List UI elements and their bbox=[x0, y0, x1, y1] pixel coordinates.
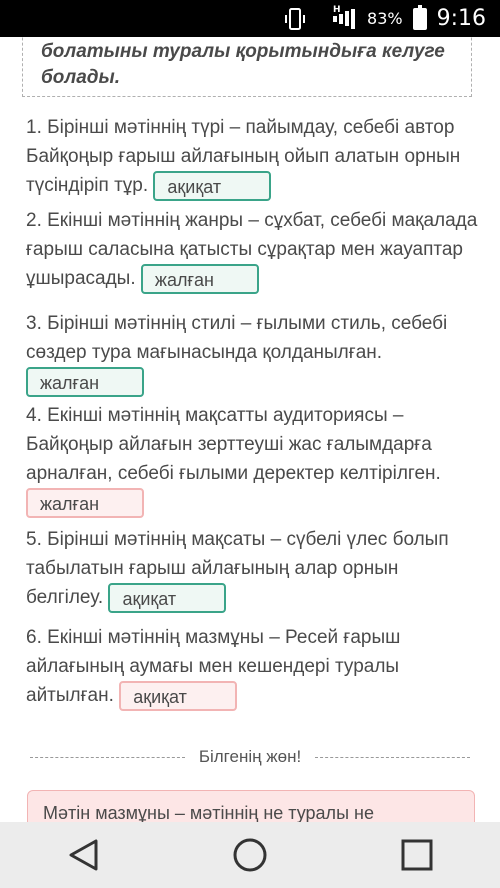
exercise-content[interactable]: болатыны туралы қорытындыға келуге болад… bbox=[0, 37, 500, 822]
square-recents-icon bbox=[401, 839, 433, 871]
circle-home-icon bbox=[233, 838, 267, 872]
statement-6: 6. Екінші мәтіннің мазмұны – Ресей ғарыш… bbox=[26, 623, 478, 711]
answer-box-2[interactable]: жалған bbox=[140, 264, 259, 294]
statement-1: 1. Бірінші мәтіннің түрі – пайымдау, себ… bbox=[26, 113, 478, 201]
statement-text: 5. Бірінші мәтіннің мақсаты – сүбелі үле… bbox=[26, 529, 449, 609]
home-button[interactable] bbox=[220, 830, 280, 880]
info-text: Мәтін мазмұны – мәтіннің не туралы не bbox=[43, 803, 374, 822]
navigation-bar bbox=[0, 822, 500, 888]
section-title: Білгенің жөн! bbox=[198, 747, 302, 766]
statement-2: 2. Екінші мәтіннің жанры – сұхбат, себеб… bbox=[26, 206, 478, 294]
battery-icon bbox=[412, 4, 427, 30]
info-box: Мәтін мазмұны – мәтіннің не туралы не bbox=[27, 790, 475, 822]
triangle-back-icon bbox=[69, 839, 98, 871]
answer-box-1[interactable]: ақиқат bbox=[153, 171, 272, 201]
statement-3: 3. Бірінші мәтіннің стилі – ғылыми стиль… bbox=[26, 309, 478, 397]
phone-vibrate-icon bbox=[285, 7, 306, 31]
clock: 9:16 bbox=[436, 6, 486, 31]
battery-percent: 83% bbox=[367, 9, 403, 28]
status-bar: H 83% 9:16 bbox=[0, 0, 500, 37]
conclusion-box: болатыны туралы қорытындыға келуге болад… bbox=[22, 37, 472, 97]
signal-icon: H bbox=[333, 5, 357, 29]
conclusion-text: болатыны туралы қорытындыға келуге болад… bbox=[41, 41, 445, 88]
network-type-label: H bbox=[333, 4, 341, 15]
recents-button[interactable] bbox=[387, 830, 447, 880]
answer-box-5[interactable]: ақиқат bbox=[108, 583, 227, 613]
statement-5: 5. Бірінші мәтіннің мақсаты – сүбелі үле… bbox=[26, 525, 478, 613]
statement-text: 3. Бірінші мәтіннің стилі – ғылыми стиль… bbox=[26, 313, 448, 363]
section-divider: Білгенің жөн! bbox=[30, 745, 471, 769]
statement-text: 4. Екінші мәтіннің мақсатты аудиториясы … bbox=[26, 405, 441, 484]
answer-box-3[interactable]: жалған bbox=[26, 367, 144, 397]
answer-box-6[interactable]: ақиқат bbox=[119, 681, 238, 711]
statement-4: 4. Екінші мәтіннің мақсатты аудиториясы … bbox=[26, 401, 478, 518]
back-button[interactable] bbox=[53, 830, 113, 880]
answer-box-4[interactable]: жалған bbox=[26, 488, 144, 518]
